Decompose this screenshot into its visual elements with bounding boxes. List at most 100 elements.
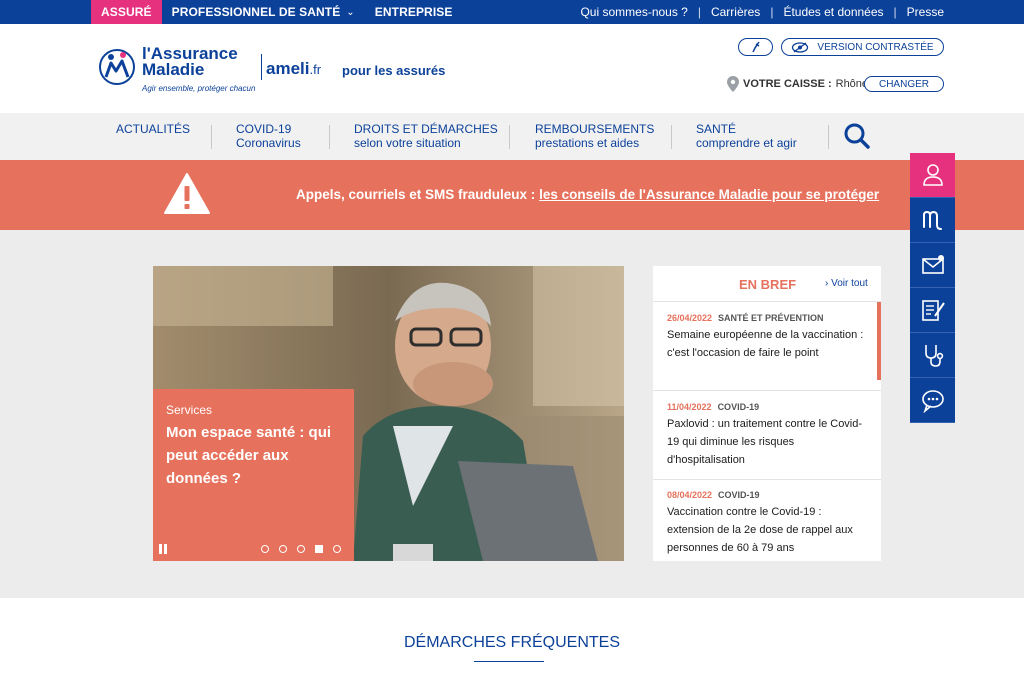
ameli-tld: .fr: [309, 62, 322, 77]
audience-label: pour les assurés: [342, 63, 446, 78]
nav-item-covid[interactable]: COVID-19 Coronavirus: [236, 122, 301, 150]
news-category: COVID-19: [717, 402, 760, 412]
nav-divider: [329, 125, 330, 149]
contrast-version-button[interactable]: VERSION CONTRASTÉE: [781, 38, 944, 56]
location-pin-icon: [727, 76, 739, 92]
en-bref-title: EN BREF: [739, 277, 797, 292]
ameli-logo[interactable]: ameli.fr: [266, 59, 321, 79]
fraud-alert-banner: Appels, courriels et SMS frauduleux : le…: [0, 160, 1024, 230]
link-presse[interactable]: Presse: [907, 5, 944, 19]
divider: |: [697, 5, 701, 19]
caisse-selector: VOTRE CAISSE : Rhône: [727, 76, 868, 92]
top-links: Qui sommes-nous ? | Carrières | Études e…: [580, 0, 944, 24]
hero-kicker: Services: [166, 403, 213, 417]
see-all-label: Voir tout: [831, 278, 868, 289]
chat-button[interactable]: [910, 378, 955, 423]
caisse-label: VOTRE CAISSE :: [743, 78, 832, 90]
en-bref-header: EN BREF › Voir tout: [653, 266, 881, 302]
news-item[interactable]: 26/04/2022 SANTÉ ET PRÉVENTION Semaine eu…: [667, 313, 867, 362]
tab-entreprise[interactable]: ENTREPRISE: [365, 0, 463, 24]
pause-icon[interactable]: [159, 544, 167, 554]
carousel-dot[interactable]: [333, 545, 341, 553]
nav-item-remboursements[interactable]: REMBOURSEMENTS prestations et aides: [535, 122, 654, 150]
link-etudes-donnees[interactable]: Études et données: [783, 5, 883, 19]
hero-title[interactable]: Mon espace santé : qui peut accéder aux …: [166, 421, 346, 490]
chat-bubble-icon: [921, 390, 944, 413]
ameli-name: ameli: [266, 59, 310, 78]
carousel-dots: [261, 545, 341, 553]
nav-item-title: DROITS ET DÉMARCHES: [354, 122, 498, 136]
nav-item-droits-demarches[interactable]: DROITS ET DÉMARCHES selon votre situatio…: [354, 122, 498, 150]
news-text: Vaccination contre le Covid-19 : extensi…: [667, 506, 853, 554]
news-text: Paxlovid : un traitement contre le Covid…: [667, 418, 863, 466]
nav-item-subtitle: comprendre et agir: [696, 136, 797, 150]
hero-caption-card[interactable]: Services Mon espace santé : qui peut acc…: [153, 389, 354, 561]
assurance-maladie-logo-icon[interactable]: [96, 43, 138, 87]
nav-item-actualites[interactable]: ACTUALITÉS: [116, 122, 190, 136]
user-icon: [922, 164, 943, 186]
nav-item-title: REMBOURSEMENTS: [535, 122, 655, 136]
nav-divider: [509, 125, 510, 149]
nav-item-title: ACTUALITÉS: [116, 122, 191, 136]
carousel-dot[interactable]: [297, 545, 305, 553]
news-text: Semaine européenne de la vaccination : c…: [667, 329, 864, 359]
chevron-down-icon: ⌄: [346, 6, 355, 18]
nav-divider: [828, 125, 829, 149]
health-professional-button[interactable]: [910, 333, 955, 378]
news-meta: 11/04/2022 COVID-19: [667, 402, 867, 412]
stethoscope-icon: [924, 345, 943, 367]
nav-item-subtitle: selon votre situation: [354, 136, 461, 150]
change-caisse-button[interactable]: CHANGER: [864, 76, 944, 92]
scrollbar-thumb[interactable]: [877, 302, 881, 380]
hero-carousel[interactable]: Services Mon espace santé : qui peut acc…: [153, 266, 624, 561]
alert-link[interactable]: les conseils de l'Assurance Maladie pour…: [539, 187, 879, 202]
form-edit-icon: [921, 300, 945, 321]
main-content: Services Mon espace santé : qui peut acc…: [0, 230, 1024, 598]
news-meta: 26/04/2022 SANTÉ ET PRÉVENTION: [667, 313, 867, 323]
section-underline: [474, 661, 544, 662]
carousel-dot[interactable]: [261, 545, 269, 553]
news-date: 11/04/2022: [667, 402, 712, 412]
tab-professionnel-sante[interactable]: PROFESSIONNEL DE SANTÉ ⌄: [162, 0, 365, 24]
en-bref-panel: EN BREF › Voir tout 26/04/2022 SANTÉ ET P…: [653, 266, 881, 561]
form-button[interactable]: [910, 288, 955, 333]
carousel-dot[interactable]: [315, 545, 323, 553]
warning-icon: [164, 173, 210, 214]
tab-assure[interactable]: ASSURÉ: [91, 0, 162, 24]
tab-professionnel-label: PROFESSIONNEL DE SANTÉ: [171, 5, 341, 19]
news-date: 26/04/2022: [667, 313, 713, 323]
tab-assure-label: ASSURÉ: [101, 5, 152, 19]
nav-item-subtitle: prestations et aides: [535, 136, 640, 150]
nav-item-sante[interactable]: SANTÉ comprendre et agir: [696, 122, 797, 150]
news-item[interactable]: 11/04/2022 COVID-19 Paxlovid : un traitem…: [667, 402, 867, 469]
logo-text[interactable]: l'Assurance Maladie: [142, 45, 238, 79]
search-icon[interactable]: [843, 122, 871, 150]
site-header: l'Assurance Maladie Agir ensemble, proté…: [0, 24, 1024, 113]
change-label: CHANGER: [878, 78, 929, 90]
envelope-icon: [921, 255, 944, 274]
news-category: SANTÉ ET PRÉVENTION: [718, 313, 824, 323]
nav-divider: [211, 125, 212, 149]
ameli-m-button[interactable]: [910, 198, 955, 243]
news-divider: [653, 390, 881, 391]
nav-item-title: SANTÉ: [696, 122, 737, 136]
account-button[interactable]: [910, 153, 955, 198]
contrast-label: VERSION CONTRASTÉE: [817, 41, 934, 53]
messaging-button[interactable]: [910, 243, 955, 288]
logo-divider: [261, 54, 262, 80]
nav-item-title: COVID-19: [236, 122, 292, 136]
side-toolbar: [910, 153, 955, 423]
accessibility-icon: [751, 41, 760, 53]
section-heading-demarches: DÉMARCHES FRÉQUENTES: [403, 634, 621, 651]
logo-line-2: Maladie: [142, 60, 205, 79]
top-bar: ASSURÉ PROFESSIONNEL DE SANTÉ ⌄ ENTREPRIS…: [0, 0, 1024, 24]
carousel-dot[interactable]: [279, 545, 287, 553]
alert-message: Appels, courriels et SMS frauduleux : le…: [296, 187, 879, 202]
link-carrieres[interactable]: Carrières: [711, 5, 760, 19]
news-category: COVID-19: [718, 490, 760, 500]
accessibility-button[interactable]: [738, 38, 773, 56]
divider: |: [770, 5, 774, 19]
link-qui-sommes-nous[interactable]: Qui sommes-nous ?: [580, 5, 687, 19]
news-item[interactable]: 08/04/2022 COVID-19 Vaccination contre le…: [667, 490, 867, 557]
see-all-link[interactable]: › Voir tout: [825, 278, 868, 289]
